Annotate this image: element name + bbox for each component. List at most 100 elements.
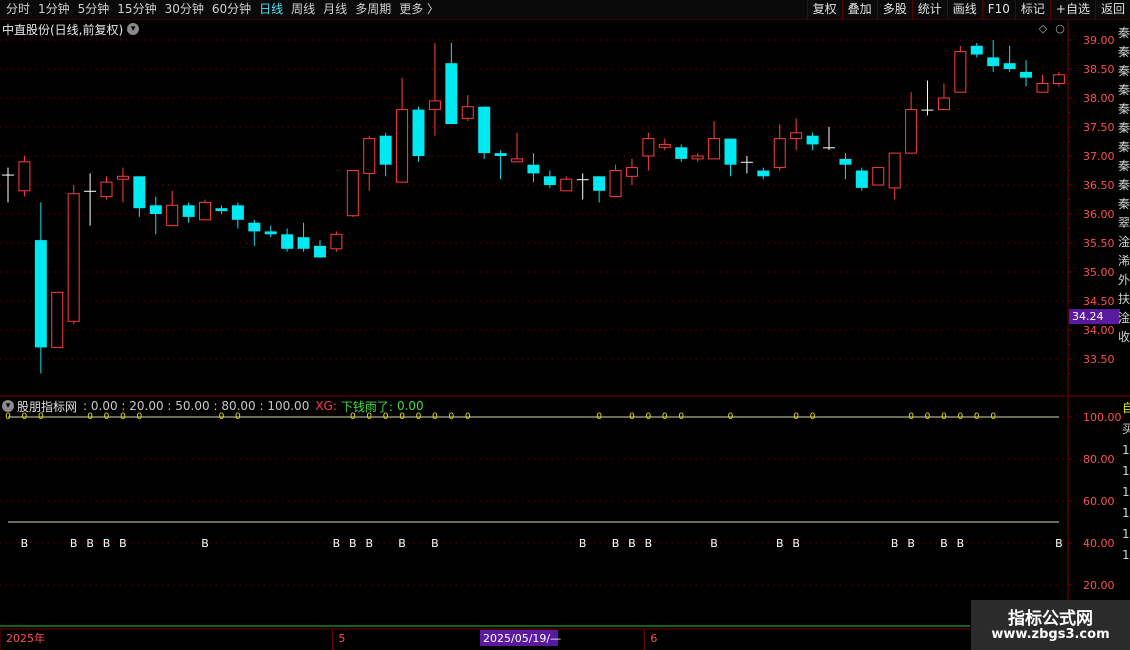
- price-tick-label: 39.00: [1083, 34, 1115, 47]
- buy-signal-mark: B: [579, 537, 587, 550]
- candle-body-down: [133, 176, 146, 209]
- buy-signal-mark: B: [957, 537, 965, 550]
- top-signal-mark: 0: [810, 412, 816, 422]
- chart-options-chevron-icon[interactable]: ▾: [127, 23, 140, 35]
- candle-body-down: [379, 135, 392, 165]
- price-tick-label: 35.50: [1083, 237, 1115, 250]
- candle-body-down: [921, 109, 934, 111]
- candle-body-down: [1020, 71, 1033, 78]
- kline-chart[interactable]: B B B B B B B B B B B B B B B B B B B B B B B0 0 0 0 0 0 0 0 0 0 0 0 0 0 0 0 0…: [0, 0, 1130, 650]
- candle-body-down: [231, 205, 244, 220]
- candle-body-down: [494, 153, 507, 156]
- side-char: 淦: [1118, 235, 1130, 249]
- top-signal-mark: 0: [629, 412, 635, 422]
- candle-body-up: [511, 158, 524, 163]
- indicator-name[interactable]: 股朋指标网: [17, 398, 77, 415]
- candle-body-down: [478, 106, 491, 154]
- price-tick-label: 36.50: [1083, 179, 1115, 192]
- indicator-options-chevron-icon[interactable]: ▾: [2, 400, 14, 412]
- candle-body-down: [445, 63, 458, 125]
- indicator-header: ▾ 股朋指标网 : 0.00 : 20.00 : 50.00 : 80.00 :…: [2, 398, 424, 414]
- current-price-tag: 34.24: [1072, 310, 1104, 323]
- candle-body-up: [691, 155, 704, 160]
- buy-signal-mark: B: [86, 537, 94, 550]
- buy-signal-mark: B: [710, 537, 718, 550]
- candle-body-up: [330, 233, 343, 250]
- price-tick-label: 37.50: [1083, 121, 1115, 134]
- candle-body-down: [34, 240, 47, 348]
- top-signal-mark: 0: [908, 412, 914, 422]
- indicator-tick-label: 20.00: [1083, 579, 1115, 592]
- buy-signal-mark: B: [645, 537, 653, 550]
- xg-label: XG:: [315, 399, 337, 413]
- candle-body-up: [116, 175, 129, 180]
- buy-signal-mark: B: [940, 537, 948, 550]
- candle-body-down: [806, 135, 819, 145]
- xg-value: 0.00: [396, 399, 424, 413]
- buy-signal-mark: B: [792, 537, 800, 550]
- price-tick-label: 38.00: [1083, 92, 1115, 105]
- time-axis-label: 6: [650, 632, 657, 645]
- price-tick-label: 34.00: [1083, 324, 1115, 337]
- top-signal-mark: 0: [678, 412, 684, 422]
- buy-signal-mark: B: [333, 537, 341, 550]
- candle-layer: [2, 40, 1065, 374]
- indicator-side-char: 1: [1122, 464, 1130, 478]
- price-tick-label: 35.00: [1083, 266, 1115, 279]
- side-char: 浠: [1118, 254, 1130, 268]
- candle-body-down: [182, 205, 195, 217]
- top-signal-mark: 0: [990, 412, 996, 422]
- candle-body-up: [1052, 74, 1065, 85]
- watermark: 指标公式网 www.zbgs3.com: [971, 600, 1130, 650]
- candle-body-up: [888, 152, 901, 189]
- price-tick-label: 37.00: [1083, 150, 1115, 163]
- watermark-title: 指标公式网: [1008, 609, 1093, 629]
- candle-body-down: [313, 245, 326, 258]
- candle-body-up: [428, 100, 441, 111]
- candle-body-down: [527, 164, 540, 174]
- buy-signal-mark: B: [349, 537, 357, 550]
- indicator-tick-label: 60.00: [1083, 495, 1115, 508]
- top-signal-mark: 0: [448, 412, 454, 422]
- candle-body-up: [166, 204, 179, 227]
- candle-body-up: [100, 181, 113, 198]
- top-signal-mark: 0: [728, 412, 734, 422]
- candle-body-up: [790, 132, 803, 140]
- top-signal-mark: 0: [957, 412, 963, 422]
- side-char: 秦: [1118, 45, 1130, 59]
- top-signal-mark: 0: [974, 412, 980, 422]
- candle-body-down: [297, 237, 310, 249]
- price-tick-label: 38.50: [1083, 63, 1115, 76]
- candle-body-down: [823, 147, 835, 149]
- time-axis-label: 2025年: [6, 631, 45, 645]
- top-signal-mark: 0: [596, 412, 602, 422]
- candle-body-up: [642, 138, 655, 157]
- candle-body-down: [970, 45, 983, 55]
- price-tick-label: 33.50: [1083, 353, 1115, 366]
- indicator-layer: B B B B B B B B B B B B B B B B B B B B B B B0 0 0 0 0 0 0 0 0 0 0 0 0 0 0 0 0…: [0, 412, 1063, 627]
- buy-signal-mark: B: [103, 537, 111, 550]
- settings-circle-icon[interactable]: ○: [1053, 22, 1067, 36]
- candle-body-up: [937, 97, 950, 111]
- diamond-icon[interactable]: ◇: [1036, 22, 1050, 36]
- side-char: 秦: [1118, 121, 1130, 135]
- indicator-side-char: 1: [1122, 506, 1130, 520]
- candle-body-down: [248, 222, 261, 232]
- buy-signal-mark: B: [365, 537, 373, 550]
- indicator-tick-label: 80.00: [1083, 453, 1115, 466]
- side-char: 秦: [1118, 26, 1130, 40]
- indicator-tick-label: 100.00: [1083, 411, 1122, 424]
- side-char: 淦: [1118, 311, 1130, 325]
- candle-body-down: [84, 190, 97, 192]
- candle-body-up: [560, 178, 573, 192]
- indicator-side-char: 1: [1122, 527, 1130, 541]
- candle-body-up: [905, 109, 918, 154]
- axis-layer: 33.50 34.00 34.50 35.00 35.50 36.00 36.50 37.00…: [6, 34, 1122, 646]
- candle-body-down: [2, 174, 14, 176]
- buy-signal-mark: B: [1055, 537, 1063, 550]
- side-char: 秦: [1118, 83, 1130, 97]
- candle-body-down: [675, 147, 688, 159]
- side-char: 秦: [1118, 197, 1130, 211]
- candle-body-down: [264, 231, 277, 235]
- top-signal-mark: 0: [941, 412, 947, 422]
